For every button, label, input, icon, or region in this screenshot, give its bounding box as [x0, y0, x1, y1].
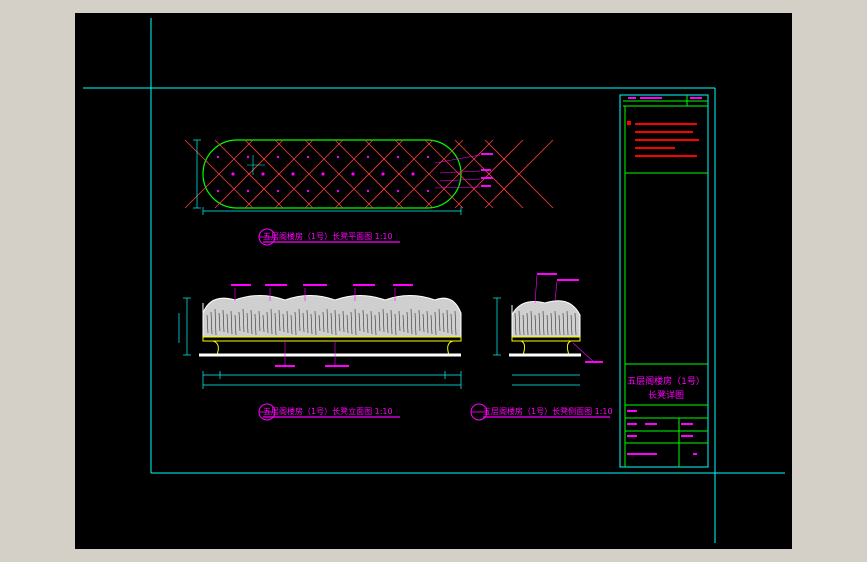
cad-canvas[interactable]: 五层阁楼房（1号）长凳平面图 1:10 五层阁楼房（1号）长凳立面图 1:10 …: [75, 13, 792, 549]
viewport: 五层阁楼房（1号）长凳平面图 1:10 五层阁楼房（1号）长凳立面图 1:10 …: [0, 0, 867, 562]
title-block-fields: [627, 410, 697, 455]
front-title: 五层阁楼房（1号）长凳立面图 1:10: [263, 406, 393, 416]
design-notes: [627, 121, 699, 157]
side-title: 五层阁楼房（1号）长凳侧面图 1:10: [483, 406, 613, 416]
side-elevation: 五层阁楼房（1号）长凳侧面图 1:10: [470, 273, 613, 421]
project-name: 五层阁楼房（1号）: [627, 375, 705, 387]
plan-title: 五层阁楼房（1号）长凳平面图 1:10: [263, 231, 393, 241]
tufting-pattern: [184, 139, 554, 209]
drawing-name: 长凳详图: [648, 389, 684, 401]
front-elevation: 五层阁楼房（1号）长凳立面图 1:10: [178, 284, 462, 421]
plan-view: 五层阁楼房（1号）长凳平面图 1:10: [184, 139, 554, 246]
drawing-frame: [83, 18, 785, 543]
cad-drawing: 五层阁楼房（1号）长凳平面图 1:10 五层阁楼房（1号）长凳立面图 1:10 …: [83, 18, 785, 543]
